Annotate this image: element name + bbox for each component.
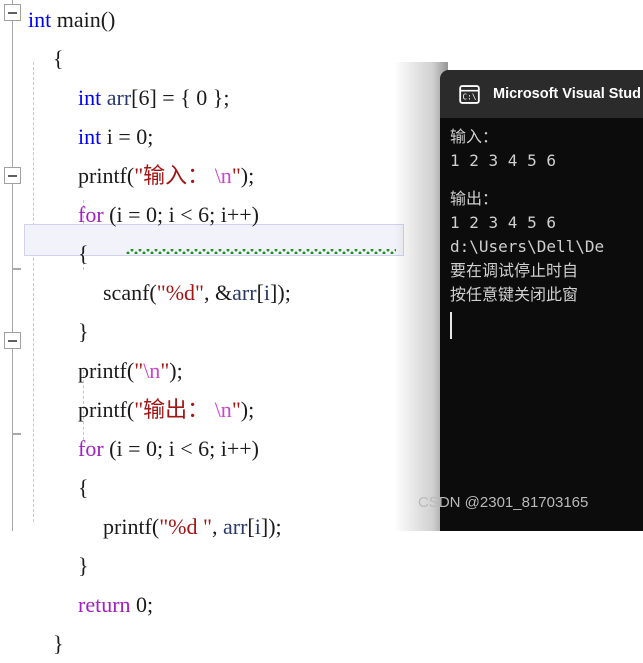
- code-line-text: int main(): [28, 0, 115, 39]
- code-token: "%d": [156, 280, 205, 305]
- error-squiggle-icon: [126, 249, 396, 254]
- code-token: }: [78, 319, 89, 344]
- code-line-text: }: [78, 546, 89, 585]
- code-token: printf(: [78, 163, 135, 188]
- console-output: 输入： 1 2 3 4 5 6 输出： 1 2 3 4 5 6 d:\Users\Del…: [440, 118, 643, 531]
- code-token: int: [78, 124, 102, 149]
- console-text-cursor: [450, 312, 452, 339]
- console-line: 要在调试停止时自: [450, 261, 579, 280]
- code-token: "输出：: [134, 397, 210, 422]
- code-token: int: [28, 7, 52, 32]
- code-token: main(): [51, 7, 116, 32]
- svg-text:C:\: C:\: [462, 92, 476, 101]
- code-line-text: for (i = 0; i < 6; i++): [78, 429, 259, 468]
- console-window-shadow: [388, 62, 448, 531]
- code-token: for: [78, 436, 104, 461]
- code-token: ]);: [260, 514, 282, 539]
- code-token: "%d ": [159, 514, 212, 539]
- code-token: scanf(: [103, 280, 157, 305]
- code-line-text: {: [53, 39, 64, 78]
- console-line: 输出：: [450, 189, 499, 208]
- code-token: ": [134, 358, 144, 383]
- code-token: ]);: [270, 280, 291, 305]
- csdn-watermark: CSDN @2301_81703165: [418, 494, 589, 511]
- code-token: printf(: [103, 514, 160, 539]
- code-token: [: [247, 514, 255, 539]
- code-token: (i = 0; i < 6; i++): [103, 202, 259, 227]
- code-line-text: int i = 0;: [78, 117, 153, 156]
- code-token: );: [240, 397, 255, 422]
- code-token: }: [78, 553, 89, 578]
- code-line-text: int arr[6] = { 0 };: [78, 78, 229, 117]
- console-line: 1 2 3 4 5 6: [450, 151, 556, 170]
- code-token: }: [53, 631, 64, 656]
- code-token: [6] = { 0 };: [131, 85, 230, 110]
- code-token: [: [256, 280, 264, 305]
- code-line-text: }: [53, 624, 64, 663]
- code-token: arr: [223, 514, 248, 539]
- code-token: ": [231, 163, 241, 188]
- console-line: d:\Users\Dell\De: [450, 237, 605, 256]
- code-line[interactable]: }: [0, 624, 643, 663]
- code-token: "输入：: [134, 163, 210, 188]
- code-line-text: }: [78, 312, 89, 351]
- code-token: {: [78, 241, 89, 266]
- console-title-text: Microsoft Visual Stud: [493, 86, 641, 102]
- code-line-text: printf("输入： \n");: [78, 156, 254, 195]
- code-token: arr: [232, 280, 257, 305]
- code-token: arr: [106, 85, 132, 110]
- code-token: );: [169, 358, 183, 383]
- code-token: printf(: [78, 358, 135, 383]
- console-line: 按任意键关闭此窗: [450, 285, 579, 304]
- code-token: for: [78, 202, 104, 227]
- code-token: ": [231, 397, 241, 422]
- console-cmd-icon: C:\: [459, 84, 480, 104]
- code-token: ": [160, 358, 170, 383]
- code-token: return: [78, 592, 131, 617]
- console-line: 输入：: [450, 127, 499, 146]
- code-line-text: printf("%d ", arr[i]);: [103, 507, 282, 546]
- code-token: );: [240, 163, 255, 188]
- code-line-text: printf("\n");: [78, 351, 183, 390]
- code-line-text: for (i = 0; i < 6; i++): [78, 195, 259, 234]
- code-token: printf(: [78, 397, 135, 422]
- code-token: , &: [204, 280, 233, 305]
- console-window[interactable]: C:\ Microsoft Visual Stud 输入： 1 2 3 4 5 6…: [440, 70, 643, 531]
- console-line: 1 2 3 4 5 6: [450, 213, 556, 232]
- code-line-text: return 0;: [78, 585, 153, 624]
- code-line[interactable]: int main(): [0, 0, 643, 39]
- code-token: \n: [214, 397, 232, 422]
- code-line-text: {: [78, 234, 89, 273]
- code-token: \n: [214, 163, 232, 188]
- code-line[interactable]: }: [0, 546, 643, 585]
- code-token: (i = 0; i < 6; i++): [103, 436, 259, 461]
- code-token: {: [78, 475, 89, 500]
- code-line-text: {: [78, 468, 89, 507]
- code-token: i = 0;: [101, 124, 154, 149]
- code-line[interactable]: return 0;: [0, 585, 643, 624]
- code-token: 0;: [130, 592, 154, 617]
- code-token: \n: [143, 358, 161, 383]
- console-titlebar[interactable]: C:\ Microsoft Visual Stud: [440, 70, 643, 118]
- code-token: {: [53, 46, 64, 71]
- code-token: ,: [212, 514, 223, 539]
- code-line-text: printf("输出： \n");: [78, 390, 254, 429]
- code-line-text: scanf("%d", &arr[i]);: [103, 273, 291, 312]
- code-token: int: [78, 85, 102, 110]
